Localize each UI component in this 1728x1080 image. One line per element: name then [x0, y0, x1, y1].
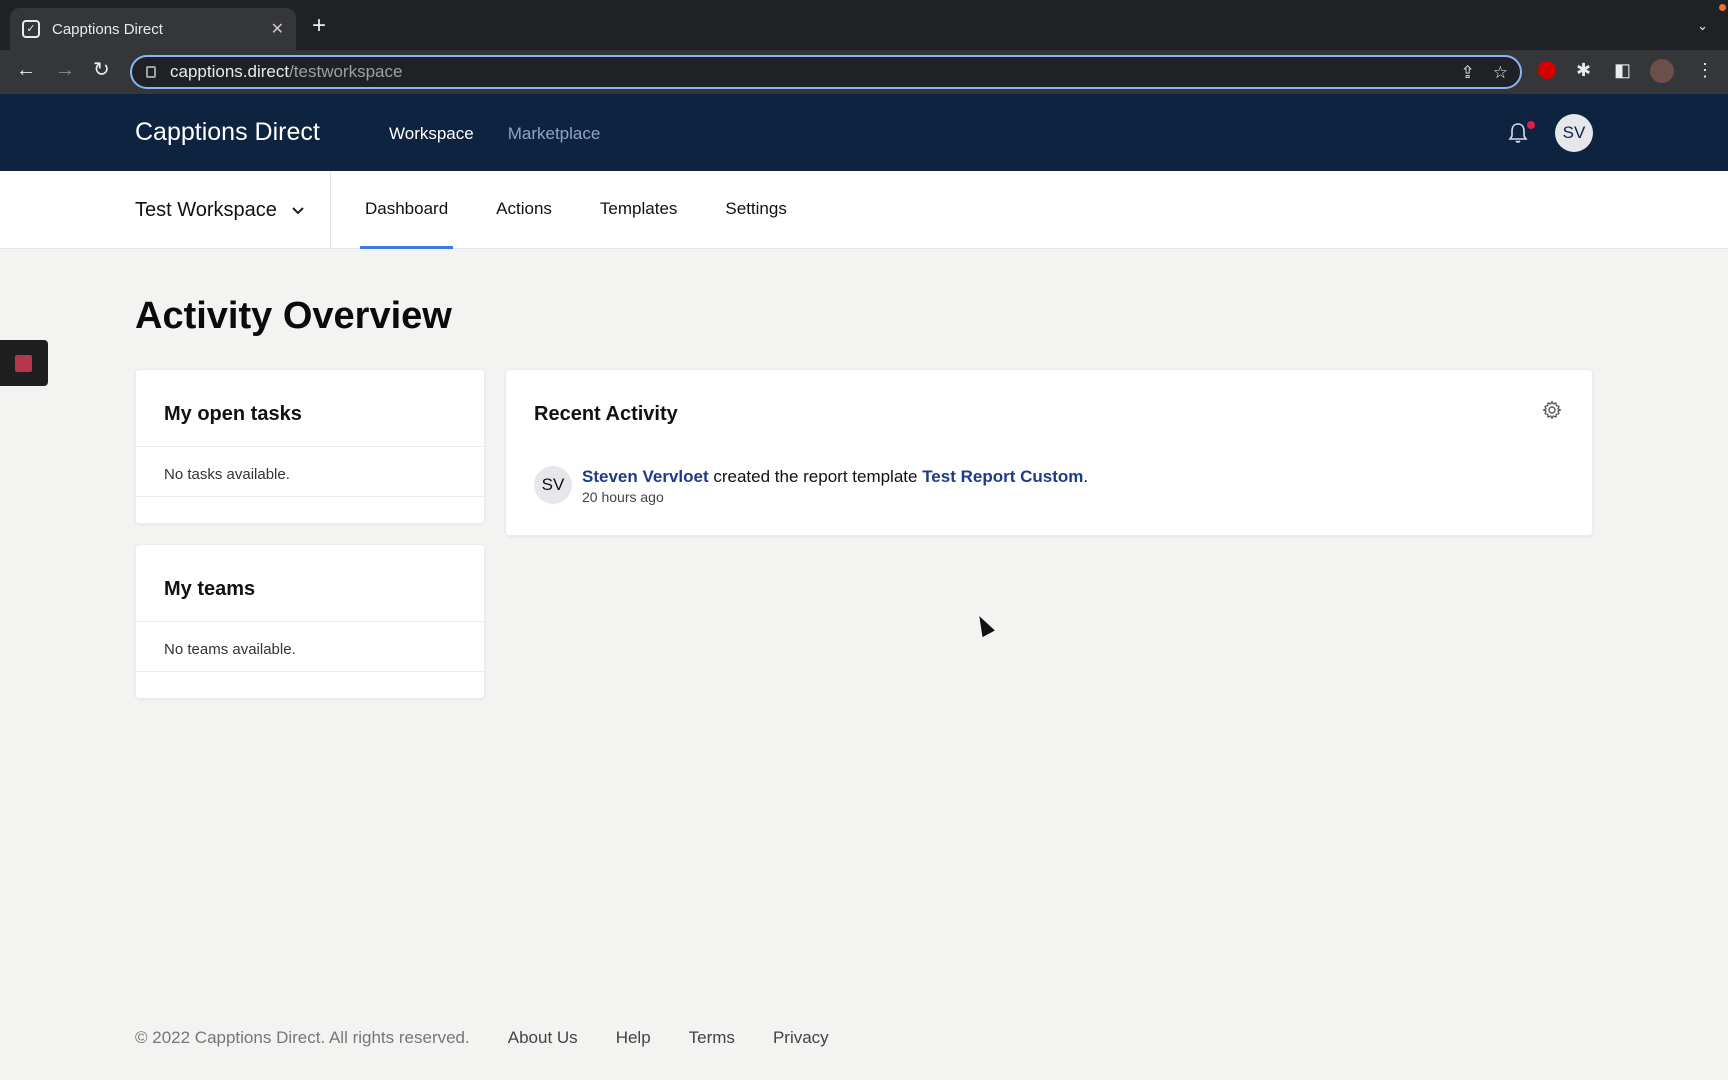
- footer: © 2022 Capptions Direct. All rights rese…: [135, 1028, 829, 1048]
- capptions-favicon-icon: ✓: [22, 20, 40, 38]
- workspace-subheader: Test Workspace Dashboard Actions Templat…: [0, 171, 1728, 249]
- activity-text: Steven Vervloet created the report templ…: [582, 466, 1088, 488]
- divider: [136, 671, 484, 672]
- subheader-divider: [330, 171, 331, 249]
- url-path: /testworkspace: [289, 62, 403, 81]
- recent-activity-card: Recent Activity SV Steven Vervloet creat…: [505, 369, 1593, 536]
- page-title: Activity Overview: [135, 295, 452, 337]
- brand-logo-text[interactable]: Capptions Direct: [135, 118, 320, 147]
- divider: [136, 496, 484, 497]
- reload-icon[interactable]: ↻: [93, 60, 110, 80]
- copyright-text: © 2022 Capptions Direct. All rights rese…: [135, 1028, 470, 1047]
- teams-empty-text: No teams available.: [164, 641, 296, 658]
- recent-activity-title: Recent Activity: [534, 403, 678, 425]
- activity-item: SV Steven Vervloet created the report te…: [534, 466, 1088, 506]
- stop-recording-icon[interactable]: [15, 355, 32, 372]
- bookmark-star-icon[interactable]: ☆: [1493, 63, 1508, 83]
- url-host: capptions.direct: [170, 62, 290, 81]
- nav-workspace[interactable]: Workspace: [389, 124, 474, 144]
- workspace-name: Test Workspace: [135, 199, 277, 221]
- share-icon[interactable]: ⇪: [1461, 63, 1475, 83]
- activity-avatar: SV: [534, 466, 572, 504]
- workspace-selector[interactable]: Test Workspace: [135, 199, 305, 222]
- workspace-tabs: Dashboard Actions Templates Settings: [360, 171, 830, 249]
- lock-icon: [146, 66, 156, 78]
- chevron-down-icon: [292, 206, 304, 214]
- open-tasks-card: My open tasks No tasks available.: [135, 369, 485, 524]
- tab-templates[interactable]: Templates: [595, 171, 682, 249]
- activity-object-link[interactable]: Test Report Custom: [922, 467, 1083, 486]
- profile-avatar-icon[interactable]: [1650, 59, 1674, 83]
- activity-suffix: .: [1083, 467, 1089, 486]
- tab-actions[interactable]: Actions: [491, 171, 557, 249]
- footer-link-help[interactable]: Help: [616, 1028, 651, 1048]
- browser-toolbar: ← → ↻ capptions.direct/testworkspace ⇪ ☆…: [0, 50, 1728, 94]
- nav-marketplace[interactable]: Marketplace: [508, 124, 601, 144]
- extensions-puzzle-icon[interactable]: ✱: [1576, 61, 1591, 79]
- open-tasks-empty-text: No tasks available.: [164, 466, 290, 483]
- teams-title: My teams: [164, 578, 256, 600]
- footer-link-about[interactable]: About Us: [508, 1028, 578, 1048]
- browser-menu-icon[interactable]: ⋮: [1696, 61, 1714, 79]
- browser-tab-bar: ✓ Capptions Direct ✕ + ⌄: [0, 0, 1728, 50]
- activity-actor-link[interactable]: Steven Vervloet: [582, 467, 709, 486]
- recording-indicator-icon: [1719, 4, 1726, 11]
- open-tasks-title: My open tasks: [164, 403, 302, 425]
- footer-link-terms[interactable]: Terms: [689, 1028, 735, 1048]
- back-arrow-icon[interactable]: ←: [16, 60, 36, 80]
- browser-tab[interactable]: ✓ Capptions Direct ✕: [10, 8, 296, 50]
- new-tab-button[interactable]: +: [312, 14, 326, 38]
- divider: [136, 446, 484, 447]
- main-nav: Workspace Marketplace: [389, 124, 600, 144]
- gear-icon[interactable]: [1542, 400, 1562, 420]
- notification-bell-icon[interactable]: [1508, 122, 1528, 144]
- address-bar[interactable]: capptions.direct/testworkspace ⇪ ☆: [130, 55, 1522, 89]
- tab-close-icon[interactable]: ✕: [271, 19, 284, 39]
- tab-search-chevron-icon[interactable]: ⌄: [1697, 18, 1708, 34]
- activity-timestamp: 20 hours ago: [582, 489, 664, 505]
- footer-link-privacy[interactable]: Privacy: [773, 1028, 829, 1048]
- side-panel-icon[interactable]: ◧: [1614, 61, 1631, 79]
- tab-settings[interactable]: Settings: [720, 171, 791, 249]
- forward-arrow-icon[interactable]: →: [55, 60, 75, 80]
- user-avatar[interactable]: SV: [1555, 114, 1593, 152]
- tab-title: Capptions Direct: [52, 20, 163, 38]
- extension-record-icon[interactable]: [1538, 61, 1556, 79]
- tab-dashboard[interactable]: Dashboard: [360, 171, 454, 249]
- recording-widget[interactable]: [0, 340, 48, 386]
- teams-card: My teams No teams available.: [135, 544, 485, 699]
- notification-badge-icon: [1527, 121, 1535, 129]
- app-header: Capptions Direct Workspace Marketplace S…: [0, 94, 1728, 171]
- activity-action: created the report template: [708, 467, 923, 486]
- mouse-cursor-icon: [973, 612, 995, 638]
- divider: [136, 621, 484, 622]
